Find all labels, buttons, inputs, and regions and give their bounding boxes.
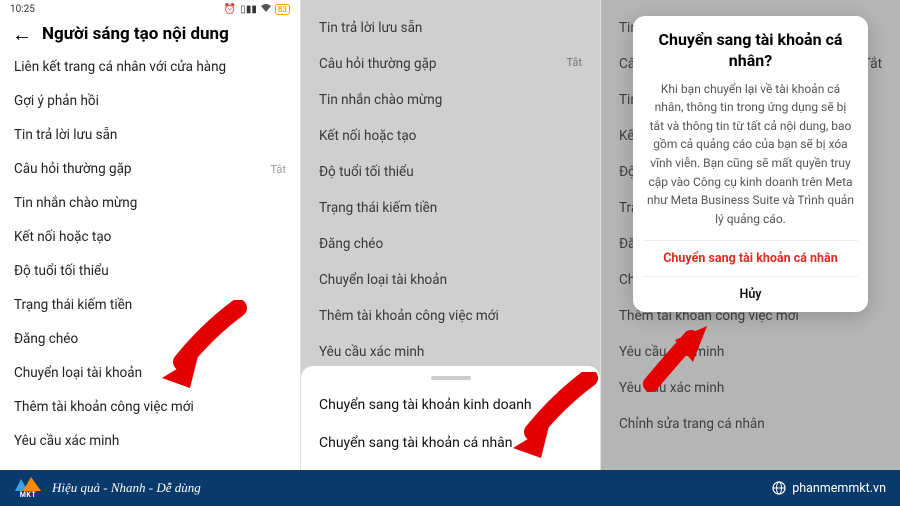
footer-website[interactable]: phanmemmkt.vn [772, 481, 886, 496]
confirm-dialog: Chuyển sang tài khoản cá nhân? Khi bạn c… [633, 16, 868, 312]
list-item-switch-account-type[interactable]: Chuyển loại tài khoản [0, 356, 300, 390]
list-item[interactable]: Thêm tài khoản công việc mới [0, 390, 300, 424]
branding-footer: MKT Hiệu quả - Nhanh - Dễ dùng phanmemmk… [0, 470, 900, 506]
list-item[interactable]: Kết nối hoặc tạo [0, 220, 300, 254]
list-item[interactable]: Gợi ý phản hồi [0, 84, 300, 118]
footer-tagline: Hiệu quả - Nhanh - Dễ dùng [52, 480, 201, 496]
switch-to-personal-button[interactable]: Chuyển sang tài khoản cá nhân [301, 424, 600, 462]
dialog-body: Khi bạn chuyển lại về tài khoản cá nhân,… [643, 80, 858, 229]
status-wifi-icon [261, 4, 271, 15]
list-item[interactable]: Liên kết trang cá nhân với cửa hàng [0, 50, 300, 84]
bottom-sheet: Chuyển sang tài khoản kinh doanh Chuyển … [301, 366, 600, 470]
panel-1-settings: 10:25 ⏰ ▯▮▮ 83 ← Người sáng tạo nội dung… [0, 0, 300, 470]
status-signal-icon: ▯▮▮ [240, 4, 257, 15]
list-item[interactable]: Câu hỏi thường gặpTắt [0, 152, 300, 186]
list-item[interactable]: Yêu cầu xác minh [0, 424, 300, 458]
panel-2-sheet: Tin trả lời lưu sẵn Câu hỏi thường gặpTắ… [300, 0, 600, 470]
settings-list: Liên kết trang cá nhân với cửa hàng Gợi … [0, 50, 300, 458]
list-item[interactable]: Trạng thái kiếm tiền [0, 288, 300, 322]
list-item[interactable]: Tin trả lời lưu sẵn [0, 118, 300, 152]
panel-3-dialog: Tin trả lời lưu sẵn Câu hỏi thường gặpTắ… [600, 0, 900, 470]
back-icon[interactable]: ← [12, 24, 32, 44]
sheet-handle-icon[interactable] [431, 376, 471, 380]
dialog-confirm-button[interactable]: Chuyển sang tài khoản cá nhân [643, 240, 858, 276]
status-clock-icon: ⏰ [224, 4, 236, 15]
status-bar: 10:25 ⏰ ▯▮▮ 83 [0, 0, 300, 18]
page-title: Người sáng tạo nội dung [42, 24, 229, 44]
status-battery: 83 [275, 4, 290, 15]
switch-to-business-button[interactable]: Chuyển sang tài khoản kinh doanh [301, 386, 600, 424]
dialog-cancel-button[interactable]: Hủy [643, 276, 858, 312]
mkt-logo-icon: MKT [14, 476, 42, 500]
page-header: ← Người sáng tạo nội dung [0, 18, 300, 50]
dialog-title: Chuyển sang tài khoản cá nhân? [643, 30, 858, 72]
globe-icon [772, 481, 786, 495]
status-time: 10:25 [10, 4, 35, 15]
list-item[interactable]: Độ tuổi tối thiểu [0, 254, 300, 288]
list-item[interactable]: Đăng chéo [0, 322, 300, 356]
list-item[interactable]: Tin nhắn chào mừng [0, 186, 300, 220]
